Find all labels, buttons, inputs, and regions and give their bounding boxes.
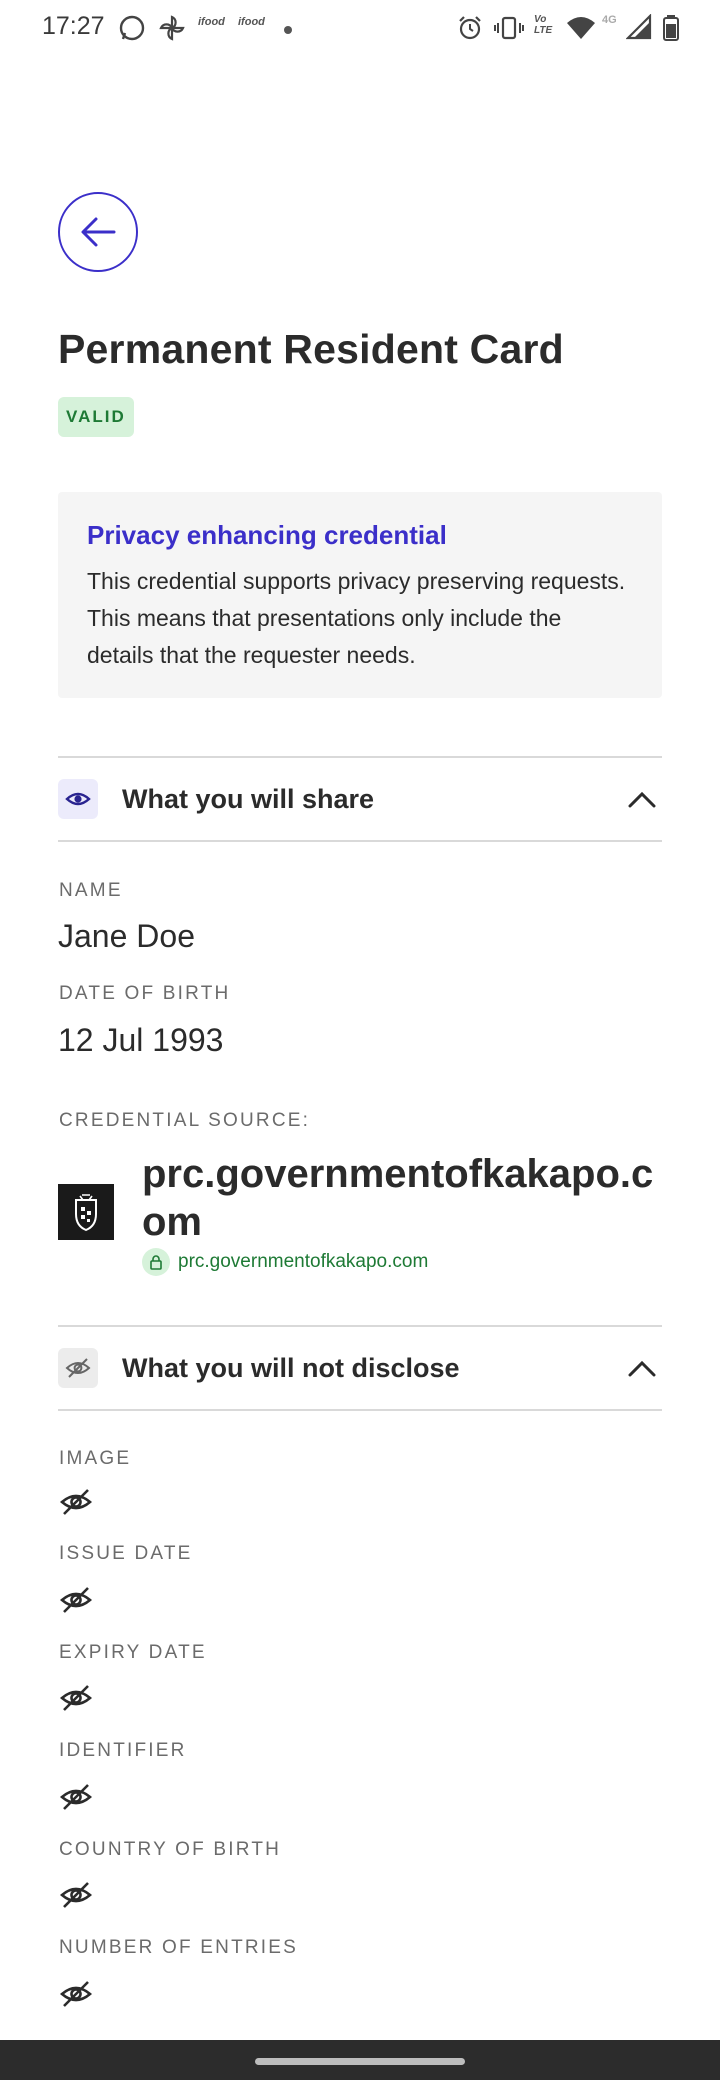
hidden-field-label: ISSUE DATE (59, 1543, 193, 1564)
lock-icon (142, 1248, 170, 1276)
battery-icon (662, 14, 680, 47)
ifood-icon: ifood (238, 16, 265, 28)
field-label-dob: DATE OF BIRTH (59, 983, 231, 1004)
wifi-icon (566, 14, 596, 47)
vibrate-icon (494, 14, 524, 47)
eye-off-icon (60, 1685, 92, 1711)
eye-icon (58, 779, 98, 819)
dot-icon (283, 22, 293, 40)
signal-icon (625, 13, 652, 45)
status-bar: 17:27 ifood ifood Vo LTE 4G (0, 0, 720, 56)
share-section-header[interactable]: What you will share (58, 756, 662, 842)
share-section-title: What you will share (122, 783, 375, 814)
whatsapp-icon (118, 14, 146, 47)
not-disclose-section-header[interactable]: What you will not disclose (58, 1325, 662, 1411)
info-body: This credential supports privacy preserv… (87, 568, 626, 668)
issuer-logo (58, 1184, 114, 1240)
hidden-field-label: IDENTIFIER (59, 1740, 187, 1761)
arrow-left-icon (81, 217, 116, 247)
hidden-field-label: EXPIRY DATE (59, 1642, 207, 1663)
not-disclose-section-title: What you will not disclose (122, 1352, 460, 1383)
eye-off-icon (60, 1882, 92, 1908)
home-gesture-handle[interactable] (255, 2058, 465, 2065)
credential-source-label: CREDENTIAL SOURCE: (59, 1110, 311, 1131)
hidden-field-label: IMAGE (59, 1448, 132, 1469)
info-title: Privacy enhancing credential (87, 520, 447, 550)
system-nav-bar (0, 2040, 720, 2080)
chevron-up-icon[interactable] (622, 1348, 662, 1388)
eye-off-icon (58, 1348, 98, 1388)
field-value-dob: 12 Jul 1993 (58, 1022, 224, 1058)
status-time: 17:27 (42, 12, 105, 40)
hidden-field-label: COUNTRY OF BIRTH (59, 1839, 282, 1860)
ifood-icon: ifood (198, 16, 225, 28)
alarm-icon (456, 14, 484, 47)
field-label-name: NAME (59, 880, 123, 901)
field-value-name: Jane Doe (58, 918, 195, 954)
secure-domain-text: prc.governmentofkakapo.com (178, 1251, 429, 1272)
eye-off-icon (60, 1489, 92, 1515)
hidden-field-label: NUMBER OF ENTRIES (59, 1937, 299, 1958)
eye-off-icon (60, 1587, 92, 1613)
status-badge: VALID (58, 397, 134, 437)
privacy-info-box: Privacy enhancing credential This creden… (58, 492, 662, 698)
secure-domain: prc.governmentofkakapo.com (142, 1248, 428, 1276)
page-title: Permanent Resident Card (58, 326, 564, 372)
volte-icon: Vo LTE (534, 14, 553, 36)
eye-off-icon (60, 1784, 92, 1810)
back-button[interactable] (58, 192, 138, 272)
eye-off-icon (60, 1981, 92, 2007)
network-label: 4G (602, 14, 617, 26)
credential-source-domain: prc.governmentofkakapo.com (142, 1152, 654, 1244)
pinwheel-icon (158, 14, 186, 47)
chevron-up-icon[interactable] (622, 779, 662, 819)
